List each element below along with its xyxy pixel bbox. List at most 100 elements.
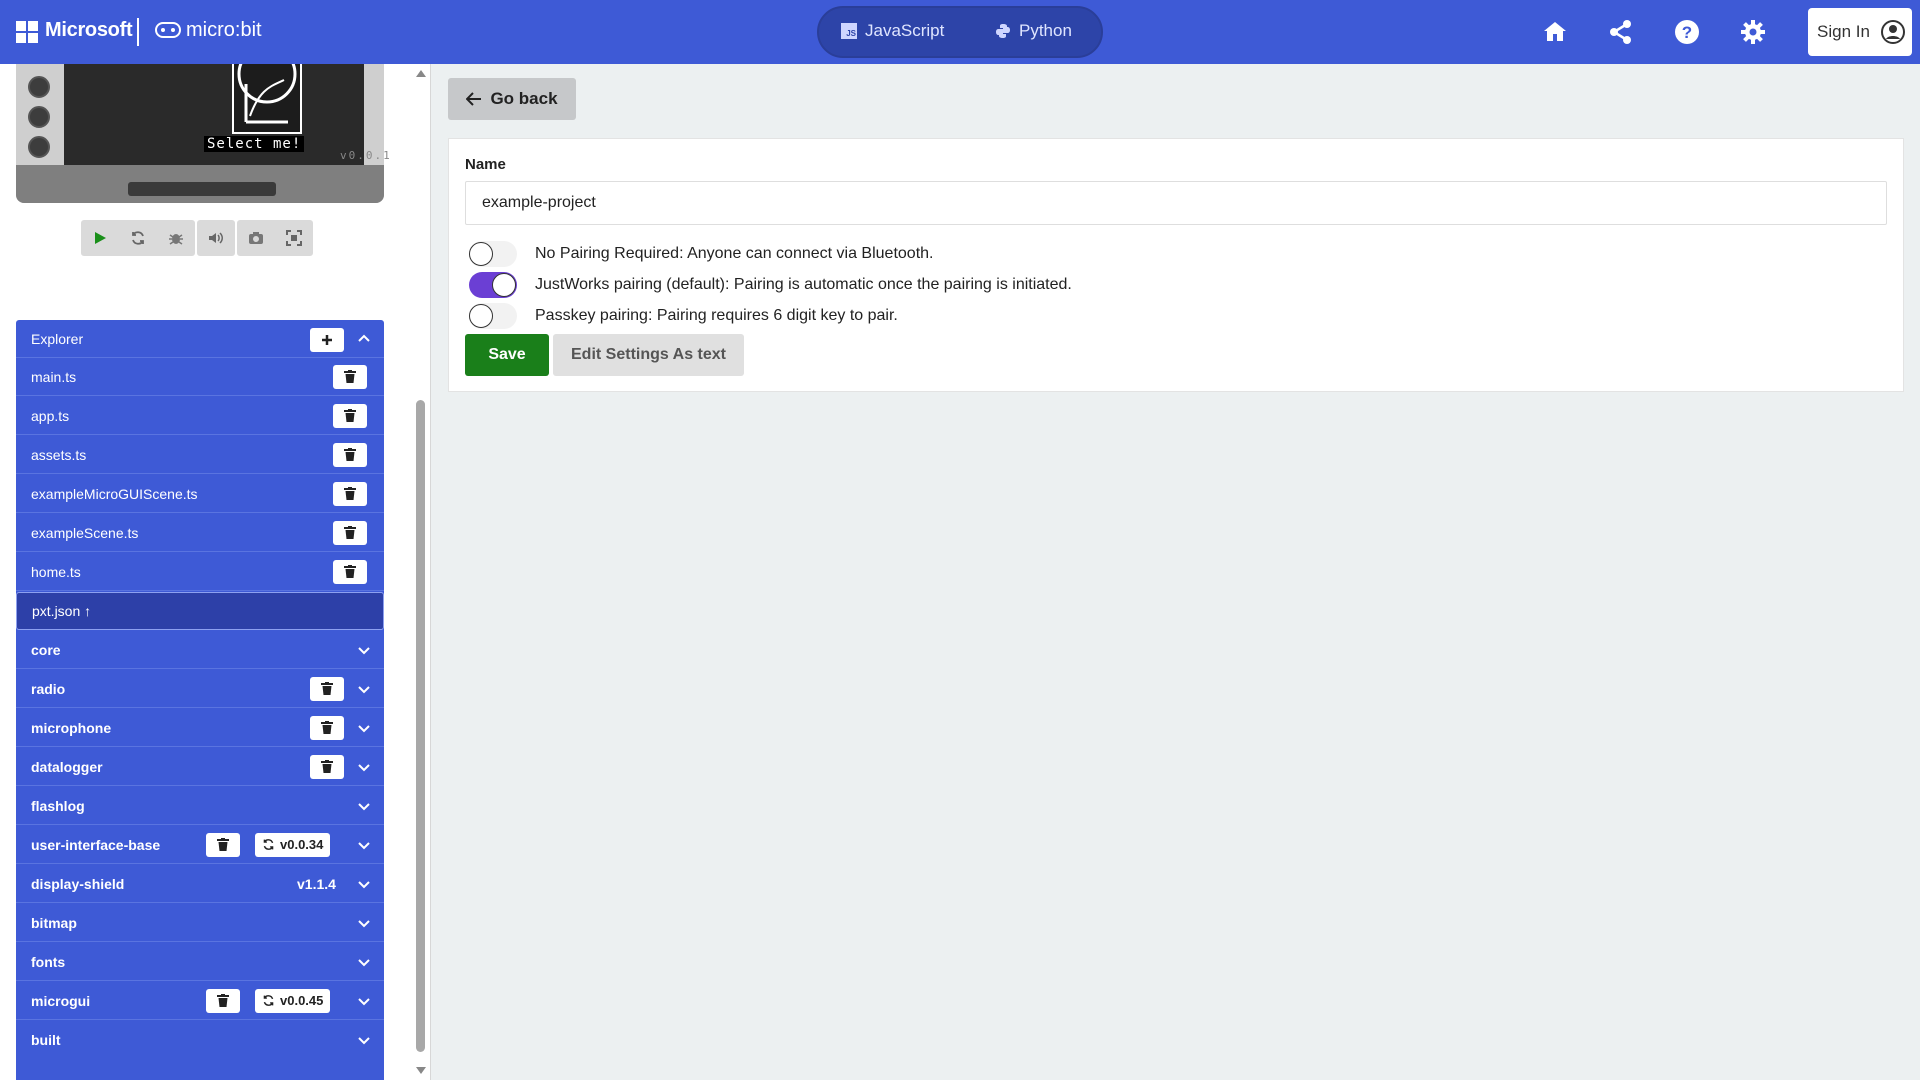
package-row[interactable]: bitmap [16, 904, 384, 942]
toggle-switch[interactable] [469, 272, 517, 298]
trash-icon [321, 682, 333, 695]
package-row[interactable]: built [16, 1021, 384, 1059]
scrollbar-thumb[interactable] [416, 400, 425, 1052]
explorer-header[interactable]: Explorer [16, 320, 384, 358]
python-button[interactable]: Python [995, 21, 1072, 41]
delete-button[interactable] [206, 988, 240, 1013]
file-row[interactable]: exampleMicroGUIScene.ts [16, 475, 384, 513]
toggle-switch[interactable] [469, 241, 517, 267]
delete-button[interactable] [333, 520, 367, 545]
update-version-button[interactable]: v0.0.45 [255, 988, 331, 1013]
chevron-down-icon[interactable] [358, 1034, 370, 1046]
package-row[interactable]: core [16, 631, 384, 669]
chevron-down-icon[interactable] [358, 878, 370, 890]
settings-gear-icon[interactable] [1739, 18, 1767, 46]
file-row[interactable]: assets.ts [16, 436, 384, 474]
delete-button[interactable] [333, 481, 367, 506]
pairing-option-passkey[interactable]: Passkey pairing: Pairing requires 6 digi… [469, 303, 898, 329]
javascript-button[interactable]: JS JavaScript [841, 21, 944, 41]
chevron-down-icon[interactable] [358, 917, 370, 929]
trash-icon [344, 370, 356, 383]
delete-button[interactable] [333, 403, 367, 428]
file-row[interactable]: home.ts [16, 553, 384, 591]
delete-button[interactable] [310, 715, 344, 740]
pairing-option-justworks[interactable]: JustWorks pairing (default): Pairing is … [469, 272, 1072, 298]
debug-button[interactable] [157, 220, 195, 256]
share-icon[interactable] [1607, 18, 1635, 46]
file-row-selected[interactable]: pxt.json ↑ [16, 592, 384, 630]
toggle-switch[interactable] [469, 303, 517, 329]
package-row[interactable]: datalogger [16, 748, 384, 786]
select-me-label[interactable]: Select me! [204, 136, 305, 152]
sign-in-button[interactable]: Sign In [1808, 8, 1912, 56]
delete-button[interactable] [310, 676, 344, 701]
delete-button[interactable] [310, 754, 344, 779]
brand-divider [137, 18, 139, 46]
package-name: display-shield [31, 875, 125, 892]
sidebar: Select me! v0.0.1 Explorer main.ts app.t… [0, 64, 430, 1080]
package-name: microphone [31, 719, 112, 736]
chevron-down-icon[interactable] [358, 644, 370, 656]
trash-icon [344, 526, 356, 539]
chevron-down-icon[interactable] [358, 956, 370, 968]
package-row[interactable]: microphone [16, 709, 384, 747]
sidebar-scrollbar[interactable] [412, 64, 430, 1080]
file-row[interactable]: exampleScene.ts [16, 514, 384, 552]
save-button[interactable]: Save [465, 334, 549, 376]
package-row[interactable]: flashlog [16, 787, 384, 825]
play-button[interactable] [81, 220, 119, 256]
chevron-down-icon[interactable] [358, 683, 370, 695]
delete-button[interactable] [206, 832, 240, 857]
mute-button[interactable] [197, 220, 235, 256]
file-row[interactable]: app.ts [16, 397, 384, 435]
chevron-up-icon[interactable] [358, 333, 370, 345]
package-row[interactable]: radio [16, 670, 384, 708]
simulator[interactable]: Select me! v0.0.1 [16, 64, 390, 203]
chevron-down-icon[interactable] [358, 839, 370, 851]
brand-microsoft: Microsoft [45, 19, 133, 41]
option-label: Passkey pairing: Pairing requires 6 digi… [535, 307, 898, 324]
refresh-icon [263, 839, 274, 850]
trash-icon [344, 487, 356, 500]
chevron-down-icon[interactable] [358, 995, 370, 1007]
package-name: built [31, 1032, 61, 1048]
scroll-down-arrow-icon[interactable] [416, 1067, 426, 1074]
sim-right-button[interactable] [28, 76, 50, 98]
edit-settings-as-text-button[interactable]: Edit Settings As text [553, 334, 744, 376]
option-label: JustWorks pairing (default): Pairing is … [535, 276, 1072, 293]
add-file-button[interactable] [310, 328, 344, 352]
restart-button[interactable] [119, 220, 157, 256]
delete-button[interactable] [333, 442, 367, 467]
go-back-button[interactable]: Go back [448, 78, 576, 120]
language-toggle: JS JavaScript Python [817, 6, 1103, 58]
help-icon[interactable]: ? [1673, 18, 1701, 46]
panel-divider [430, 64, 431, 1080]
package-row[interactable]: microgui v0.0.45 [16, 982, 384, 1020]
scroll-up-arrow-icon[interactable] [416, 70, 426, 77]
simulator-screen[interactable]: Select me! v0.0.1 [64, 64, 390, 165]
trash-icon [344, 448, 356, 461]
home-icon[interactable] [1541, 18, 1569, 46]
delete-button[interactable] [333, 364, 367, 389]
screenshot-button[interactable] [237, 220, 275, 256]
brand-microbit[interactable]: micro:bit [186, 19, 262, 42]
chevron-down-icon[interactable] [358, 722, 370, 734]
update-version-button[interactable]: v0.0.34 [255, 832, 331, 857]
chevron-down-icon[interactable] [358, 800, 370, 812]
sign-in-label: Sign In [1817, 22, 1870, 41]
javascript-label: JavaScript [865, 21, 945, 40]
sim-down-button[interactable] [28, 136, 50, 158]
camera-icon [249, 232, 263, 244]
package-name: radio [31, 680, 66, 697]
package-row[interactable]: user-interface-base v0.0.34 [16, 826, 384, 864]
chevron-down-icon[interactable] [358, 761, 370, 773]
delete-button[interactable] [333, 559, 367, 584]
sim-up-button[interactable] [28, 106, 50, 128]
project-name-input[interactable] [465, 181, 1887, 225]
package-row[interactable]: fonts [16, 943, 384, 981]
file-row[interactable]: main.ts [16, 358, 384, 396]
package-row[interactable]: display-shield v1.1.4 [16, 865, 384, 903]
simulator-version: v0.0.1 [340, 149, 392, 162]
fullscreen-button[interactable] [275, 220, 313, 256]
pairing-option-none[interactable]: No Pairing Required: Anyone can connect … [469, 241, 933, 267]
